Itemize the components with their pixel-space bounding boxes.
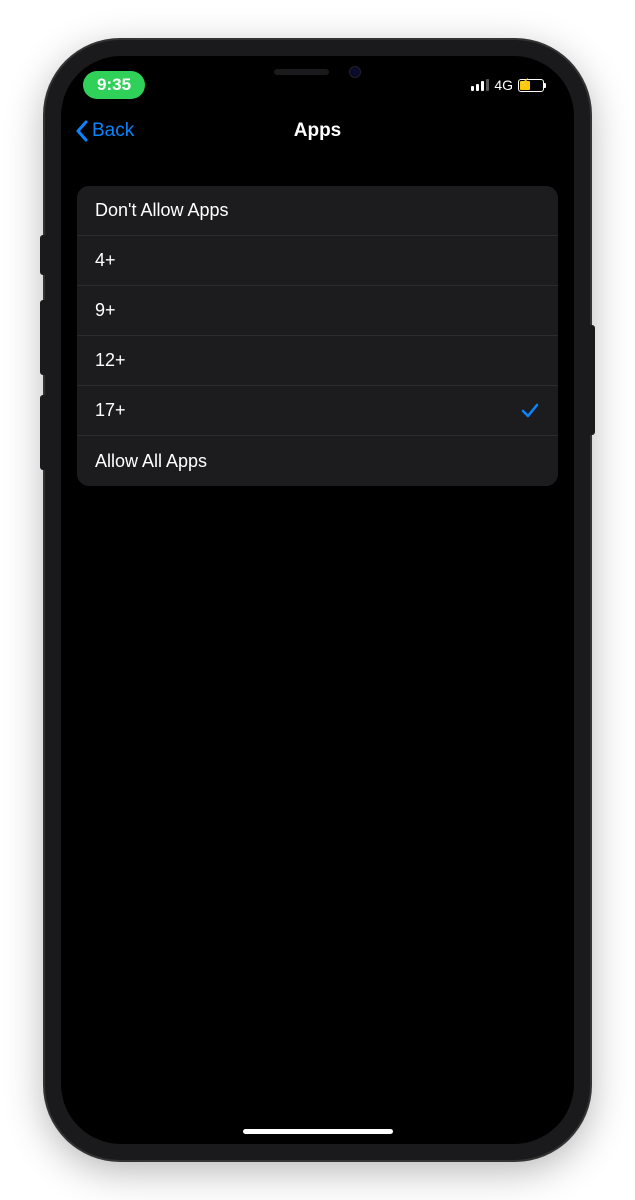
back-button[interactable]: Back bbox=[75, 120, 134, 142]
battery-icon: ⚡ bbox=[518, 79, 544, 92]
network-label: 4G bbox=[494, 77, 513, 93]
phone-frame: 9:35 4G ⚡ Back bbox=[45, 40, 590, 1160]
power-button bbox=[590, 325, 595, 435]
option-allow-all[interactable]: Allow All Apps bbox=[77, 436, 558, 486]
status-right: 4G ⚡ bbox=[471, 77, 544, 93]
option-label: 12+ bbox=[95, 350, 126, 371]
page-title: Apps bbox=[294, 120, 342, 142]
option-17-plus[interactable]: 17+ bbox=[77, 386, 558, 436]
mute-switch bbox=[40, 235, 45, 275]
nav-bar: Back Apps bbox=[61, 106, 574, 156]
option-label: 4+ bbox=[95, 250, 116, 271]
front-camera bbox=[349, 66, 361, 78]
volume-up-button bbox=[40, 300, 45, 375]
back-label: Back bbox=[92, 120, 134, 142]
option-label: Allow All Apps bbox=[95, 451, 207, 472]
notch bbox=[233, 56, 403, 88]
options-list: Don't Allow Apps 4+ 9+ 12+ 17+ bbox=[77, 186, 558, 486]
home-indicator[interactable] bbox=[243, 1129, 393, 1134]
content: Don't Allow Apps 4+ 9+ 12+ 17+ bbox=[61, 156, 574, 516]
time-pill[interactable]: 9:35 bbox=[83, 71, 145, 99]
signal-icon bbox=[471, 79, 489, 91]
charging-bolt-icon: ⚡ bbox=[519, 80, 531, 90]
status-left: 9:35 bbox=[83, 71, 145, 99]
option-label: 9+ bbox=[95, 300, 116, 321]
option-label: 17+ bbox=[95, 400, 126, 421]
option-4-plus[interactable]: 4+ bbox=[77, 236, 558, 286]
option-dont-allow[interactable]: Don't Allow Apps bbox=[77, 186, 558, 236]
battery-fill: ⚡ bbox=[520, 81, 530, 90]
option-label: Don't Allow Apps bbox=[95, 200, 229, 221]
option-9-plus[interactable]: 9+ bbox=[77, 286, 558, 336]
screen: 9:35 4G ⚡ Back bbox=[61, 56, 574, 1144]
checkmark-icon bbox=[520, 401, 540, 421]
option-12-plus[interactable]: 12+ bbox=[77, 336, 558, 386]
chevron-left-icon bbox=[75, 120, 88, 142]
status-time: 9:35 bbox=[97, 75, 131, 94]
volume-down-button bbox=[40, 395, 45, 470]
speaker bbox=[274, 69, 329, 75]
